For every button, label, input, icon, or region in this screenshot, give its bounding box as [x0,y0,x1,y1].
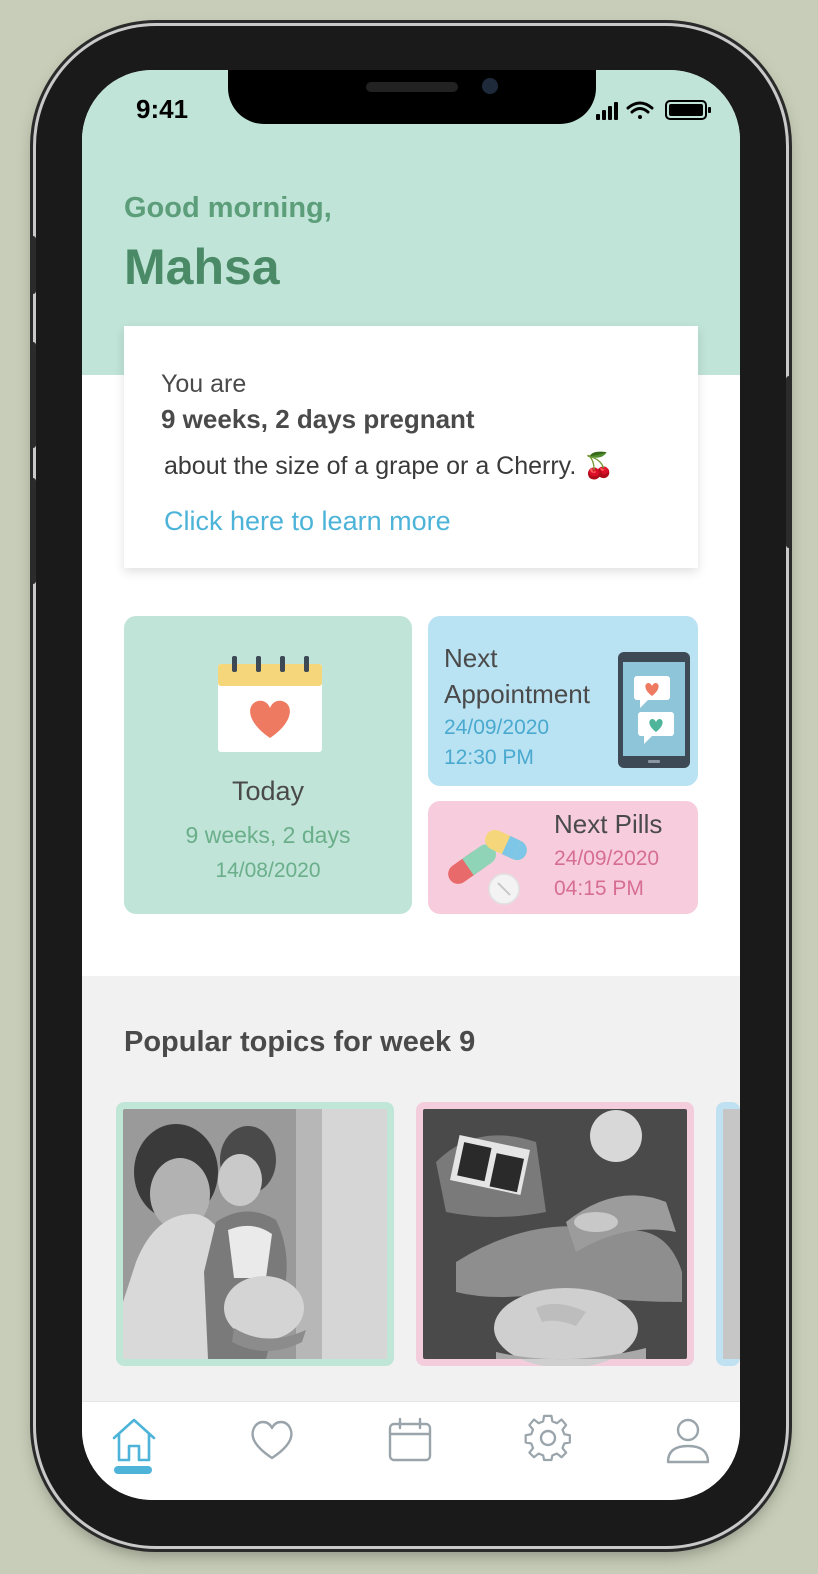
home-icon[interactable] [108,1414,160,1466]
pills-date: 24/09/2020 [554,847,660,870]
topics-title: Popular topics for week 9 [124,1026,476,1058]
today-card[interactable]: Today 9 weeks, 2 days 14/08/2020 [124,616,412,914]
user-name: Mahsa [124,239,280,295]
mute-switch [30,236,36,294]
active-tab-indicator [114,1466,152,1474]
learn-more-link[interactable]: Click here to learn more [164,506,451,537]
today-label: Today [231,776,305,806]
pregnancy-progress: 9 weeks, 2 days pregnant [161,404,475,434]
battery-icon [665,100,711,120]
notch [228,70,596,124]
wifi-icon [626,101,654,119]
appointment-date: 24/09/2020 [444,716,550,739]
greeting: Good morning, [124,192,332,224]
appointment-time: 12:30 PM [444,746,534,769]
app-screen: 9:41 Good morning, Mahsa You are 9 weeks… [82,70,740,1500]
calendar-heart-icon [218,656,322,752]
pills-time: 04:15 PM [554,877,644,900]
front-camera [482,78,498,94]
topic-card-couple-photo[interactable] [116,1102,394,1366]
pills-title: Next Pills [554,809,663,839]
pregnancy-intro: You are [161,370,247,398]
power-button [786,376,792,548]
today-date: 14/08/2020 [215,859,321,882]
status-time: 9:41 [136,94,189,124]
gear-icon[interactable] [522,1414,574,1466]
topics-section: Popular topics for week 9 [82,976,740,1406]
user-icon[interactable] [662,1414,714,1466]
signal-icon [596,102,618,120]
today-weeks: 9 weeks, 2 days [185,822,351,848]
pills-card[interactable]: Next Pills 24/09/2020 04:15 PM [428,801,698,914]
status-icons [596,100,711,120]
pills-icon [448,829,527,905]
pregnancy-card: You are 9 weeks, 2 days pregnant about t… [124,326,698,568]
heart-icon[interactable] [246,1414,298,1466]
appointment-card[interactable]: Next Appointment 24/09/2020 12:30 PM [428,616,698,786]
appointment-title: Next Appointment [444,643,590,709]
topic-card-pregnancy-photo[interactable] [416,1102,694,1366]
volume-up-button [30,342,36,448]
topic-card-partial[interactable] [716,1102,740,1366]
speaker [366,82,458,92]
tab-bar [82,1401,740,1500]
baby-size-text: about the size of a grape or a Cherry. 🍒 [164,452,615,480]
calendar-icon[interactable] [384,1414,436,1466]
phone-chat-icon [618,652,690,768]
volume-down-button [30,478,36,584]
